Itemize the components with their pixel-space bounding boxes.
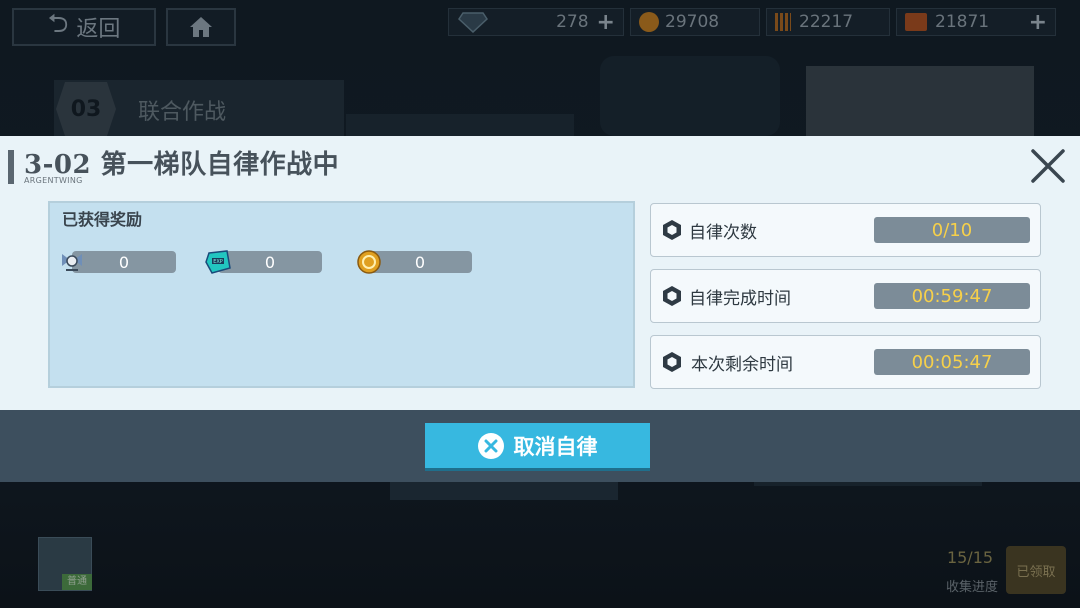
ammo-icon xyxy=(775,13,791,31)
diamond-value: 278 xyxy=(556,12,589,32)
back-arrow-icon: ⮌ xyxy=(47,9,69,39)
svg-text:EXP: EXP xyxy=(213,259,223,265)
close-button[interactable] xyxy=(1028,146,1068,186)
back-button[interactable]: ⮌ 返回 xyxy=(12,8,156,46)
close-icon xyxy=(1031,149,1065,183)
stage-deco xyxy=(346,114,574,136)
coin-value: 29708 xyxy=(665,12,720,32)
cancel-auto-battle-button[interactable]: 取消自律 xyxy=(425,423,650,468)
home-button[interactable] xyxy=(166,8,236,46)
reward-value: 0 xyxy=(218,251,322,273)
auto-count-value: 0/10 xyxy=(874,217,1030,243)
coin-icon xyxy=(639,12,659,32)
remaining-time-label: 本次剩余时间 xyxy=(691,355,793,375)
ammo-resource: 22217 xyxy=(766,8,890,36)
dialog-subtitle: ARGENTWING xyxy=(24,176,83,185)
finish-time-label: 自律完成时间 xyxy=(689,289,791,309)
remaining-time-value: 00:05:47 xyxy=(874,349,1030,375)
collect-progress: 15/15 xyxy=(946,548,994,567)
hexagon-icon xyxy=(663,286,681,306)
top-bar: ⮌ 返回 278 + 29708 22217 21871 + xyxy=(0,0,1080,46)
echelon-tag: 普通 xyxy=(62,574,92,590)
auto-count-label: 自律次数 xyxy=(689,223,757,243)
supply-value: 21871 xyxy=(935,12,990,32)
gold-coin-icon xyxy=(357,250,381,274)
stage-line-deco xyxy=(754,482,982,486)
supply-resource[interactable]: 21871 + xyxy=(896,8,1056,36)
claimed-badge: 已领取 xyxy=(1006,546,1066,594)
ammo-value: 22217 xyxy=(799,12,854,32)
diamond-resource[interactable]: 278 + xyxy=(448,8,624,36)
finish-time-value: 00:59:47 xyxy=(874,283,1030,309)
home-icon xyxy=(190,17,212,37)
rewards-title: 已获得奖励 xyxy=(62,210,143,229)
back-label: 返回 xyxy=(76,17,121,42)
diamond-icon xyxy=(458,12,488,33)
coin-resource: 29708 xyxy=(630,8,760,36)
hexagon-icon xyxy=(663,220,681,240)
map-preview-deco xyxy=(806,66,1034,136)
cancel-icon xyxy=(477,432,504,459)
stage-card-deco xyxy=(390,482,618,500)
reward-item-fairy: 0 xyxy=(58,248,176,274)
reward-item-exp: 0 EXP xyxy=(204,248,322,274)
reward-value: 0 xyxy=(72,251,176,273)
title-accent-bar xyxy=(8,150,14,184)
stage-label: 联合作战 xyxy=(138,100,227,125)
supply-plus-icon[interactable]: + xyxy=(1029,10,1047,35)
remaining-time-row: 本次剩余时间 00:05:47 xyxy=(650,335,1041,389)
fairy-icon xyxy=(62,254,82,271)
supply-crate-icon xyxy=(905,13,927,31)
stage-number-badge: 03 xyxy=(56,82,116,136)
auto-count-row: 自律次数 0/10 xyxy=(650,203,1041,257)
finish-time-row: 自律完成时间 00:59:47 xyxy=(650,269,1041,323)
diamond-plus-icon[interactable]: + xyxy=(597,10,615,35)
hexagon-icon xyxy=(663,352,681,372)
map-node-deco xyxy=(600,56,780,136)
cancel-label: 取消自律 xyxy=(513,433,598,459)
exp-chip-icon: EXP xyxy=(205,250,231,274)
collect-progress-label: 收集进度 xyxy=(945,580,998,595)
reward-item-coin: 0 xyxy=(356,248,472,274)
